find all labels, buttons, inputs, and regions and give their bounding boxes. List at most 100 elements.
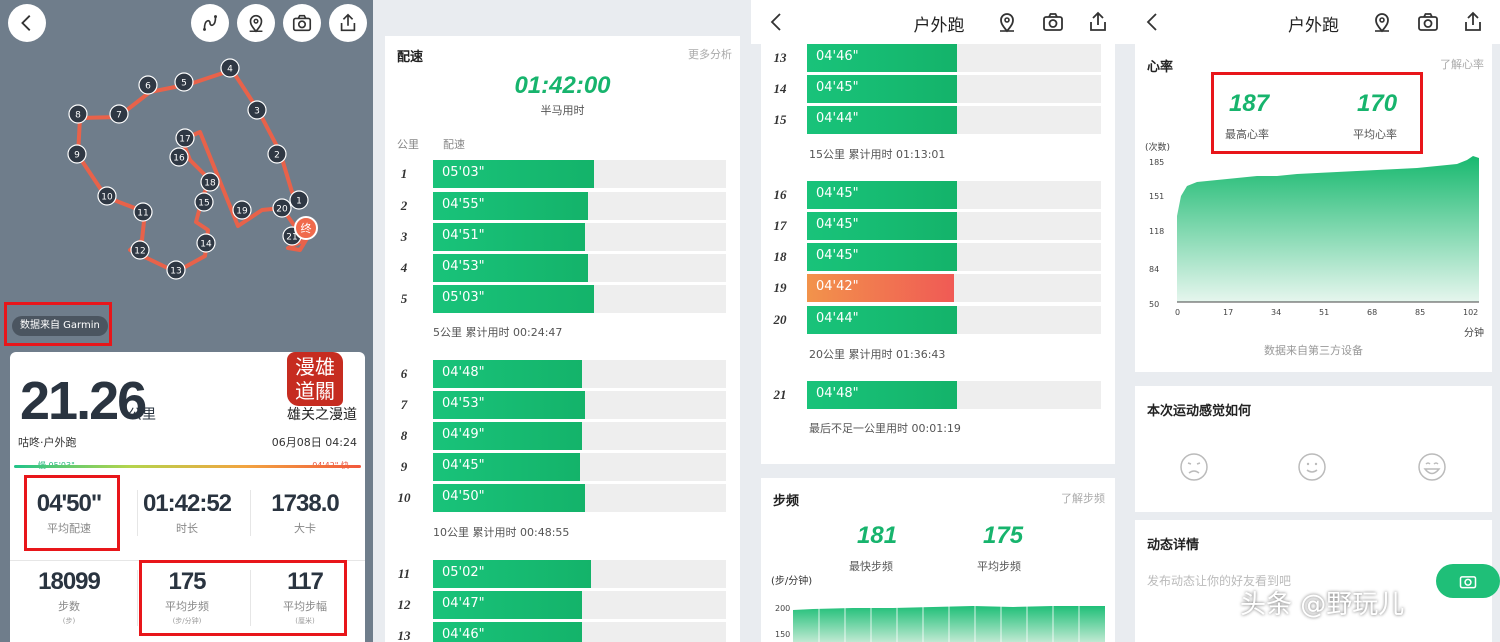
- heart-rate-card: 心率 了解心率 187 最高心率 170 平均心率 (次数) 185 151 118…: [1135, 44, 1492, 372]
- km-marker-15: 15: [194, 192, 214, 212]
- route-map[interactable]: 12345678910111213141516171819 2021 终: [0, 0, 373, 350]
- pace-value: 04'53": [442, 396, 485, 411]
- camera-button[interactable]: [283, 4, 321, 42]
- pace-bar: 04'47": [433, 591, 583, 619]
- km-marker-2: 2: [267, 144, 287, 164]
- km-number: 3: [400, 229, 408, 244]
- km-number: 12: [397, 597, 411, 612]
- camera-icon: [1043, 13, 1063, 31]
- photo-post-button[interactable]: [1436, 564, 1500, 598]
- km-marker-8: 8: [68, 104, 88, 124]
- svg-text:14: 14: [200, 240, 212, 250]
- share-icon: [1090, 11, 1106, 31]
- stat-steps: 18099 步数 (步): [38, 568, 101, 625]
- km-number: 1: [400, 166, 408, 181]
- pace-bar: 05'03": [433, 160, 595, 188]
- km-marker-3: 3: [247, 100, 267, 120]
- pace-value: 04'51": [442, 228, 485, 243]
- pace-row-km-15: 15 04'44": [761, 106, 1101, 136]
- location-button[interactable]: [237, 4, 275, 42]
- top-bar: 户外跑: [1127, 0, 1500, 44]
- pace-row-km-6: 6 04'48": [385, 360, 726, 390]
- pace-track: 04'50": [433, 484, 726, 512]
- more-analysis-link[interactable]: 更多分析: [688, 46, 732, 62]
- pace-value: 04'50": [442, 489, 485, 504]
- face-great-button[interactable]: [1417, 452, 1447, 482]
- pace-bar: 04'51": [433, 223, 586, 251]
- svg-text:5: 5: [181, 79, 187, 89]
- svg-text:7: 7: [116, 111, 122, 121]
- camera-icon: [292, 14, 312, 32]
- workout-date: 06月08日 04:24: [271, 436, 357, 449]
- route-button[interactable]: [191, 4, 229, 42]
- camera-button[interactable]: [1416, 10, 1440, 34]
- learn-hr-link[interactable]: 了解心率: [1440, 56, 1484, 72]
- pace-bar: 04'46": [433, 622, 583, 642]
- share-icon: [340, 13, 356, 32]
- feeling-card: 本次运动感觉如何: [1135, 386, 1492, 512]
- highlight-box-heart-rate: [1211, 72, 1423, 154]
- km-marker-18: 18: [200, 172, 220, 192]
- svg-text:20: 20: [276, 205, 288, 215]
- watermark: 头条 @野玩儿: [1240, 590, 1405, 620]
- location-button[interactable]: [1370, 10, 1394, 34]
- pace-track: 05'02": [433, 560, 726, 588]
- km-marker-12: 12: [130, 240, 150, 260]
- location-pin-icon: [249, 14, 263, 33]
- share-button[interactable]: [329, 4, 367, 42]
- cumulative-10k: 10公里 累计用时 00:48:55: [433, 526, 570, 539]
- pace-row-km-13: 13 04'46": [761, 44, 1101, 74]
- pace-panel: 配速 更多分析 01:42:00 半马用时 公里 配速 1 05'03" 2 04'5…: [373, 0, 751, 642]
- pace-value: 04'45": [816, 186, 859, 201]
- pace-card-continued: 13 04'46" 14 04'45" 15 04'44" 16 04'45" 17 04'45"…: [761, 44, 1115, 464]
- face-ok-button[interactable]: [1297, 452, 1327, 482]
- highlight-box-garmin: [4, 302, 112, 346]
- pace-track: 04'51": [433, 223, 726, 251]
- share-button[interactable]: [1086, 10, 1110, 34]
- pace-bar: 04'45": [433, 453, 580, 481]
- pace-value: 04'45": [816, 217, 859, 232]
- km-marker-1: 1: [289, 190, 309, 210]
- back-button[interactable]: [8, 4, 46, 42]
- share-button[interactable]: [1461, 10, 1485, 34]
- pace-track: 04'53": [433, 254, 726, 282]
- pace-track: 04'45": [807, 212, 1101, 240]
- cadence-chart: [793, 596, 1105, 642]
- heart-rate-chart: [1177, 156, 1479, 303]
- svg-text:17: 17: [179, 135, 190, 145]
- pace-bar: 04'55": [433, 192, 589, 220]
- pace-row-km-21: 21 04'48": [761, 381, 1101, 411]
- km-marker-5: 5: [174, 72, 194, 92]
- cumulative-last: 最后不足一公里用时 00:01:19: [809, 422, 961, 435]
- camera-button[interactable]: [1041, 10, 1065, 34]
- svg-text:16: 16: [173, 154, 185, 164]
- pace-row-km-17: 17 04'45": [761, 212, 1101, 242]
- highlight-box-cadence-stride: [139, 560, 347, 636]
- km-number: 9: [400, 459, 408, 474]
- pace-bar: 04'45": [807, 75, 957, 103]
- pace-track: 04'49": [433, 422, 726, 450]
- learn-cadence-link[interactable]: 了解步频: [1061, 490, 1105, 506]
- pace-value: 04'45": [816, 80, 859, 95]
- avg-cadence-label: 平均步频: [977, 560, 1021, 573]
- pace-row-km-4: 4 04'53": [385, 254, 726, 284]
- pace-row-km-8: 8 04'49": [385, 422, 726, 452]
- col-pace-header: 配速: [443, 138, 465, 151]
- svg-text:19: 19: [236, 207, 248, 217]
- pace-value: 04'47": [442, 596, 485, 611]
- face-tired-button[interactable]: [1179, 452, 1209, 482]
- pace-bar: 04'48": [807, 381, 957, 409]
- cadence-card: 步频 了解步频 181 最快步频 175 平均步频 (步/分钟) 200 150: [761, 478, 1115, 642]
- km-marker-17: 17: [175, 128, 195, 148]
- share-icon: [1465, 11, 1481, 31]
- location-button[interactable]: [995, 10, 1019, 34]
- pace-track: 04'46": [433, 622, 726, 642]
- hr-y-tick: 185: [1149, 158, 1165, 167]
- pace-value: 04'48": [816, 386, 859, 401]
- hr-x-unit: 分钟: [1464, 328, 1484, 339]
- km-number: 16: [773, 187, 787, 202]
- location-pin-icon: [1375, 13, 1389, 33]
- km-number: 18: [773, 249, 787, 264]
- km-number: 11: [397, 566, 411, 581]
- pace-track: 04'44": [807, 306, 1101, 334]
